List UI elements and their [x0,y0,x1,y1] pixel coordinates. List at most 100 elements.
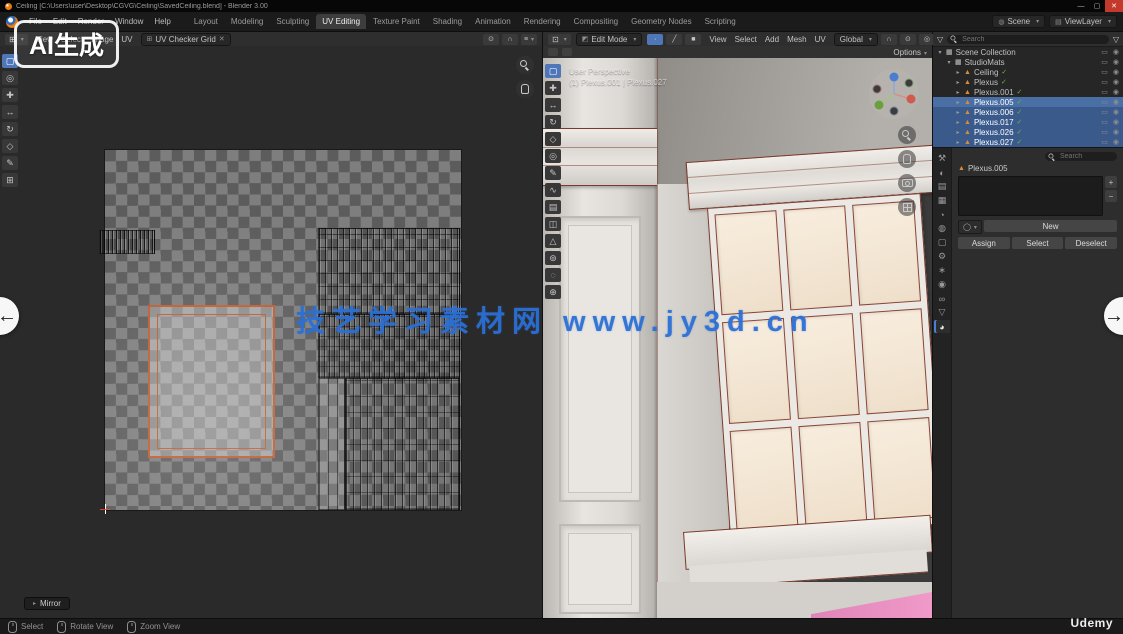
world-tab[interactable]: ◍ [934,222,950,235]
outliner-row[interactable]: ▾ ▦ Scene Collection ▭ ◉ [933,47,1123,57]
disclosure-icon[interactable]: ▾ [937,49,943,56]
object-data-tab[interactable]: ▽ [934,306,950,319]
window-pane[interactable] [783,205,852,310]
pivot-point-icon[interactable]: ⊙ [483,34,499,45]
pan-hand-icon[interactable] [898,150,916,168]
filter-icon[interactable]: ▽ [937,35,943,44]
hide-in-render-icon[interactable]: ◉ [1113,88,1119,96]
add-slot-button[interactable]: + [1105,176,1117,188]
uv-menu-item[interactable]: UV [118,34,135,45]
outliner-row[interactable]: ▸ ▲ Plexus.026 ✓ ▭ ◉ [933,127,1123,137]
rip-region-tool[interactable]: ⊞ [2,173,18,187]
hide-in-render-icon[interactable]: ◉ [1113,68,1119,76]
new-material-button[interactable]: New [984,220,1117,232]
zoom-icon[interactable] [898,126,916,144]
image-datablock-selector[interactable]: ⊞ UV Checker Grid ✕ [141,33,231,46]
hide-in-viewport-icon[interactable]: ▭ [1101,78,1108,86]
bevel-tool[interactable]: ⊚ [545,251,561,265]
object-tab[interactable]: ▢ [934,236,950,249]
scene-selector[interactable]: ◍ Scene [992,15,1045,28]
disclosure-icon[interactable]: ▸ [955,109,961,116]
annotate-tool[interactable]: ✎ [545,166,561,180]
render-tab[interactable]: ◐ [934,166,950,179]
viewport-menu-item[interactable]: Add [762,34,782,45]
disclosure-icon[interactable]: ▸ [955,129,961,136]
tool-tab[interactable]: ⚒ [934,152,950,165]
vertex-select-mode[interactable]: ∙ [647,34,663,45]
hide-in-render-icon[interactable]: ◉ [1113,128,1119,136]
hide-in-viewport-icon[interactable]: ▭ [1101,138,1108,146]
uv-selected-island[interactable] [148,305,275,458]
filter-options-icon[interactable]: ▽ [1113,35,1119,44]
window-pane[interactable] [867,417,932,522]
viewlayer-selector[interactable]: ▤ ViewLayer [1049,15,1117,28]
camera-view-icon[interactable] [898,174,916,192]
workspace-tab[interactable]: UV Editing [316,14,366,29]
scene-tab[interactable]: ◔ [934,208,950,221]
constraints-tab[interactable]: ∞ [934,292,950,305]
viewport-menu-item[interactable]: Mesh [784,34,810,45]
outliner-row[interactable]: ▸ ▲ Plexus.017 ✓ ▭ ◉ [933,117,1123,127]
output-tab[interactable]: ▤ [934,180,950,193]
scale-tool[interactable]: ◇ [2,139,18,153]
remove-slot-button[interactable]: − [1105,190,1117,202]
pan-hand-icon[interactable] [516,80,534,98]
edge-select-mode[interactable]: ╱ [666,34,682,45]
workspace-tab[interactable]: Sculpting [270,14,315,29]
face-select-mode[interactable]: ■ [685,34,701,45]
active-tool-icon[interactable] [548,48,558,56]
disclosure-icon[interactable]: ▸ [955,99,961,106]
outliner-row[interactable]: ▸ ▲ Plexus.027 ✓ ▭ ◉ [933,137,1123,147]
transform-orientation-selector[interactable]: Global [834,33,878,46]
search-input[interactable] [959,36,1109,43]
uv-island-band[interactable] [318,378,345,510]
hide-in-viewport-icon[interactable]: ▭ [1101,108,1108,116]
disclosure-icon[interactable]: ▾ [946,59,952,66]
hide-in-render-icon[interactable]: ◉ [1113,48,1119,56]
close-button[interactable]: ✕ [1105,0,1123,12]
disclosure-icon[interactable]: ▸ [955,119,961,126]
properties-search[interactable] [1045,152,1117,161]
operator-redo-panel[interactable]: ▸ Mirror [24,597,70,610]
scale-tool[interactable]: ◇ [545,132,561,146]
hide-in-viewport-icon[interactable]: ▭ [1101,118,1108,126]
view-layer-tab[interactable]: ▦ [934,194,950,207]
deselect-button[interactable]: Deselect [1065,237,1117,249]
viewport-menu-item[interactable]: View [706,34,729,45]
hide-in-render-icon[interactable]: ◉ [1113,108,1119,116]
snapping-magnet-icon[interactable]: ∩ [881,34,897,45]
cursor-tool[interactable]: ✚ [2,88,18,102]
uv-2d-cursor[interactable] [100,504,110,514]
hide-in-render-icon[interactable]: ◉ [1113,118,1119,126]
inset-faces-tool[interactable]: △ [545,234,561,248]
hide-in-viewport-icon[interactable]: ▭ [1101,88,1108,96]
minimize-button[interactable]: — [1073,0,1089,12]
outliner-row[interactable]: ▸ ▲ Plexus.005 ✓ ▭ ◉ [933,97,1123,107]
move-tool[interactable]: ↔ [2,105,18,119]
add-cube-tool[interactable]: ▤ [545,200,561,214]
hide-in-render-icon[interactable]: ◉ [1113,58,1119,66]
extrude-tool[interactable]: ◫ [545,217,561,231]
perspective-toggle-icon[interactable] [898,198,916,216]
editor-type-button[interactable]: ⊡ [548,34,571,45]
wall-panel[interactable] [559,524,641,614]
circle-select-tool[interactable]: ◎ [2,71,18,85]
viewport-menu-item[interactable]: UV [812,34,829,45]
disclosure-icon[interactable]: ▸ [955,79,961,86]
outliner-row[interactable]: ▸ ▲ Ceiling ✓ ▭ ◉ [933,67,1123,77]
uv-island-band[interactable] [345,378,460,510]
workspace-tab[interactable]: Texture Paint [367,14,426,29]
workspace-tab[interactable]: Layout [188,14,224,29]
material-slot-list[interactable] [958,176,1103,216]
rotate-tool[interactable]: ↻ [545,115,561,129]
transform-tool[interactable]: ◎ [545,149,561,163]
pivot-point-icon[interactable]: ⊙ [900,34,916,45]
viewport-menu-item[interactable]: Select [732,34,760,45]
window-pane[interactable] [730,426,799,531]
window-pane[interactable] [860,309,929,414]
move-tool[interactable]: ↔ [545,98,561,112]
overlays-icon[interactable]: ≡ [521,34,537,45]
window-frame[interactable] [707,193,932,539]
snapping-magnet-icon[interactable]: ∩ [502,34,518,45]
maximize-button[interactable]: ▢ [1089,0,1105,12]
